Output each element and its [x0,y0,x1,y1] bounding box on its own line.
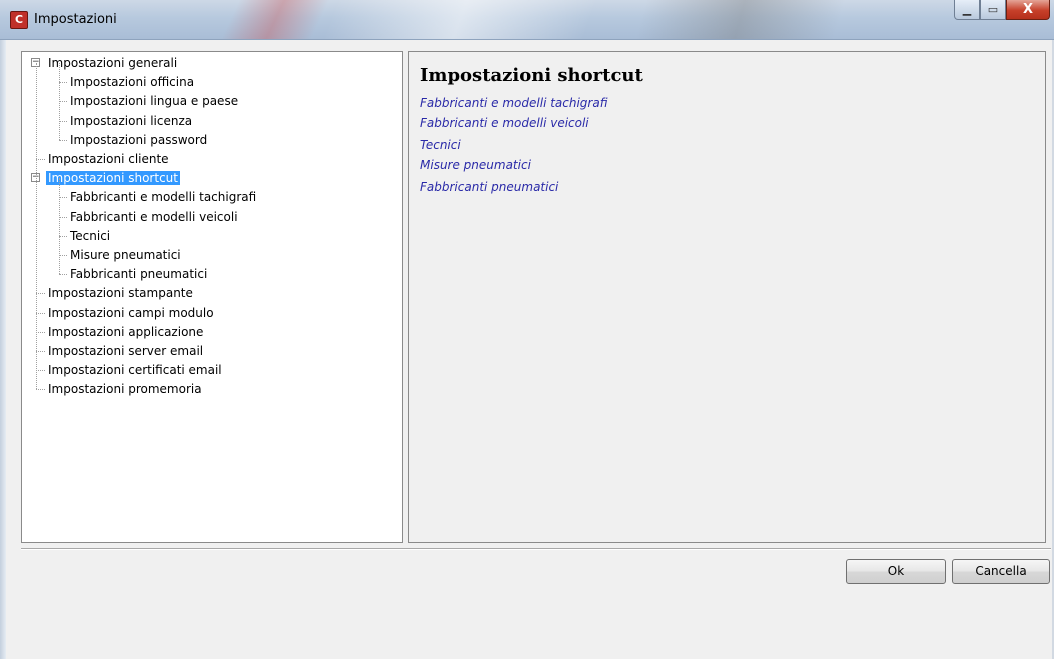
window-title: Impostazioni [34,12,117,27]
tree-connector [36,293,45,295]
tree-item[interactable]: Impostazioni officina [68,73,196,91]
tree-item-label: Impostazioni certificati email [48,363,222,378]
tree-item-label: Impostazioni licenza [70,113,193,128]
tree-connector [36,159,45,160]
settings-tree-panel[interactable]: − Impostazioni generali Impostazioni offic… [21,51,403,543]
tree-item[interactable]: Impostazioni applicazione [46,323,205,341]
tree-item-label: Impostazioni shortcut [46,171,180,186]
tree-item[interactable]: Impostazioni stampante [46,284,195,302]
tree-item-label: Impostazioni stampante [48,286,193,301]
tree-item-label: Tecnici [70,228,111,243]
link-fabbricanti-modelli-tachigrafi[interactable]: Fabbricanti e modelli tachigrafi [420,96,607,110]
tree-item-label: Fabbricanti e modelli veicoli [70,209,238,224]
link-fabbricanti-modelli-veicoli[interactable]: Fabbricanti e modelli veicoli [420,116,589,130]
tree-item-label: Impostazioni password [70,132,208,147]
tree-item-label: Impostazioni campi modulo [48,305,214,320]
tree-connector [36,312,45,314]
tree-item[interactable]: Fabbricanti e modelli tachigrafi [68,188,258,206]
tree-connector [36,370,45,372]
tree-item-label: Fabbricanti pneumatici [70,267,208,282]
maximize-button[interactable]: ▭ [980,0,1006,20]
window-border [0,40,6,659]
tree-item[interactable]: Misure pneumatici [68,246,183,264]
tree-connector [59,178,60,275]
close-button[interactable]: X [1006,0,1050,20]
tree-item-label: Impostazioni server email [48,344,204,358]
ok-button[interactable]: Ok [846,559,946,584]
tree-item[interactable]: Impostazioni server email [46,342,205,360]
tree-item-label: Impostazioni officina [70,75,195,90]
titlebar-decoration [216,0,334,39]
tree-item[interactable]: Impostazioni campi modulo [46,304,216,322]
settings-tree[interactable]: − Impostazioni generali Impostazioni offic… [22,52,402,542]
tree-item[interactable]: Fabbricanti pneumatici [68,265,209,283]
tree-item[interactable]: Tecnici [68,227,112,245]
tree-connector [59,82,67,84]
tree-item[interactable]: Fabbricanti e modelli veicoli [68,208,240,226]
tree-connector [59,255,67,256]
app-icon: C [10,11,28,29]
tree-connector [59,274,67,276]
cancel-button[interactable]: Cancella [952,559,1050,584]
tree-item[interactable]: Impostazioni cliente [46,150,171,168]
tree-item[interactable]: Impostazioni promemoria [46,380,204,398]
tree-connector [36,63,37,390]
tree-connector [59,63,60,140]
tree-item[interactable]: Impostazioni generali [46,54,179,72]
tree-item-label: Misure pneumatici [70,248,181,262]
tree-item-label: Impostazioni applicazione [48,324,204,339]
tree-item-label: Impostazioni promemoria [48,382,202,397]
tree-item[interactable]: Impostazioni password [68,131,209,149]
tree-connector [59,120,67,122]
minimize-button[interactable]: ▁ [954,0,980,20]
divider [21,548,1051,550]
tree-connector [59,235,67,237]
link-misure-pneumatici[interactable]: Misure pneumatici [420,158,531,172]
tree-connector [36,331,45,333]
content-panel: Impostazioni shortcut Fabbricanti e mode… [408,51,1046,543]
tree-connector [59,197,67,199]
titlebar-decoration [631,0,849,39]
tree-item-label: Impostazioni cliente [48,152,169,166]
tree-item[interactable]: Impostazioni shortcut [46,169,180,187]
tree-item[interactable]: Impostazioni lingua e paese [68,92,240,110]
tree-connector [36,389,45,391]
tree-item-label: Fabbricanti e modelli tachigrafi [70,190,257,205]
tree-item-label: Impostazioni lingua e paese [70,94,239,109]
tree-item[interactable]: Impostazioni certificati email [46,361,224,379]
window-controls: ▁ ▭ X [954,0,1050,22]
tree-connector [59,139,67,141]
tree-item-label: Impostazioni generali [48,56,178,70]
tree-connector [59,101,67,103]
content-title: Impostazioni shortcut [420,65,643,86]
link-tecnici[interactable]: Tecnici [420,138,461,152]
title-bar[interactable]: C Impostazioni ▁ ▭ X [0,0,1054,40]
tree-item[interactable]: Impostazioni licenza [68,112,194,130]
link-fabbricanti-pneumatici[interactable]: Fabbricanti pneumatici [420,180,558,194]
tree-connector [59,216,67,218]
tree-connector [36,351,45,352]
titlebar-decoration [319,0,601,39]
